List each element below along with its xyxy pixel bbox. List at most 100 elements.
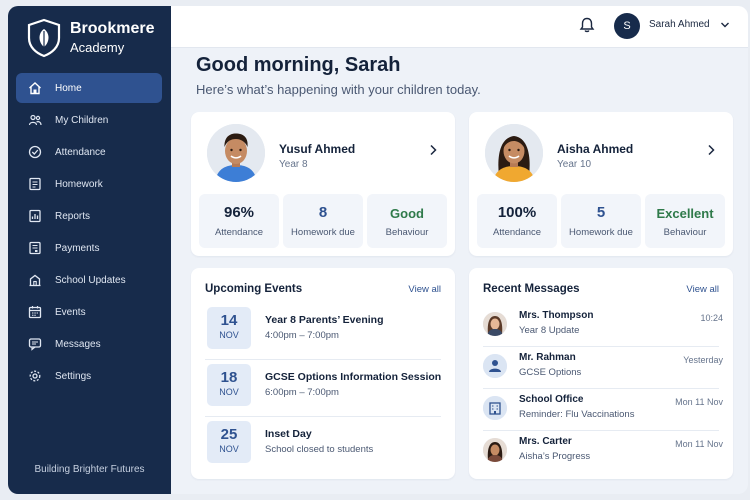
child-year: Year 8	[279, 159, 308, 170]
child-name: Aisha Ahmed	[557, 142, 634, 156]
chevron-right-icon[interactable]	[427, 143, 439, 157]
chevron-down-icon[interactable]	[719, 19, 731, 31]
message-time: Mon 11 Nov	[675, 397, 723, 407]
view-all-link[interactable]: View all	[686, 284, 719, 295]
child-photo	[485, 124, 543, 182]
brand[interactable]: Brookmere Academy	[26, 18, 154, 58]
child-stats: 96% Attendance 8 Homework due Good Behav…	[199, 194, 447, 248]
child-card-aisha[interactable]: Aisha Ahmed Year 10 100% Attendance 5 Ho…	[469, 112, 733, 256]
top-bar: S Sarah Ahmed	[171, 6, 748, 48]
message-item[interactable]: Mrs. Carter Aisha’s Progress Mon 11 Nov	[483, 434, 723, 474]
stat-label: Behaviour	[663, 227, 707, 238]
office-icon	[483, 396, 507, 420]
panel-title: Upcoming Events	[205, 283, 303, 295]
sidebar-item-reports[interactable]: Reports	[16, 201, 162, 231]
stat-value: 100%	[497, 204, 537, 221]
message-item[interactable]: Mr. Rahman GCSE Options Yesterday	[483, 350, 723, 390]
sidebar-item-label: Home	[55, 82, 82, 94]
upcoming-events-panel: Upcoming Events View all 14 NOV Year 8 P…	[191, 268, 455, 479]
sidebar-item-home[interactable]: Home	[16, 73, 162, 103]
stat-label: Attendance	[492, 227, 542, 238]
stat-homework-due[interactable]: 8 Homework due	[283, 194, 363, 248]
message-time: Mon 11 Nov	[675, 439, 723, 449]
sender-avatar	[483, 438, 507, 462]
sidebar-item-payments[interactable]: Payments	[16, 233, 162, 263]
message-time: Yesterday	[683, 355, 723, 365]
event-month: NOV	[219, 444, 239, 454]
event-day: 18	[220, 369, 238, 386]
sidebar-item-my-children[interactable]: My Children	[16, 105, 162, 135]
home-icon	[28, 81, 42, 95]
user-name[interactable]: Sarah Ahmed	[649, 19, 710, 30]
sender-avatar	[483, 312, 507, 336]
stat-behaviour[interactable]: Excellent Behaviour	[645, 194, 725, 248]
child-stats: 100% Attendance 5 Homework due Excellent…	[477, 194, 725, 248]
sidebar-item-events[interactable]: Events	[16, 297, 162, 327]
reports-icon	[28, 209, 42, 223]
message-item[interactable]: Mrs. Thompson Year 8 Update 10:24	[483, 308, 723, 348]
sidebar-item-label: Homework	[55, 178, 103, 190]
gear-icon	[28, 369, 42, 383]
stat-attendance[interactable]: 96% Attendance	[199, 194, 279, 248]
stat-value: 5	[596, 204, 606, 221]
page-title: Good morning, Sarah	[196, 54, 401, 76]
event-time: 6:00pm – 7:00pm	[265, 387, 339, 398]
sidebar-item-messages[interactable]: Messages	[16, 329, 162, 359]
sidebar-item-label: Events	[55, 306, 86, 318]
child-year: Year 10	[557, 159, 592, 170]
app-window: Brookmere Academy Home My Children Atten…	[8, 6, 748, 494]
event-description: School closed to students	[265, 444, 374, 455]
user-avatar[interactable]: S	[614, 13, 640, 39]
event-item[interactable]: 14 NOV Year 8 Parents’ Evening 4:00pm – …	[205, 305, 441, 355]
sender-name: School Office	[519, 394, 584, 405]
divider	[483, 388, 719, 389]
event-date-badge: 25 NOV	[207, 421, 251, 463]
stat-attendance[interactable]: 100% Attendance	[477, 194, 557, 248]
stat-label: Attendance	[214, 227, 264, 238]
child-card-yusuf[interactable]: Yusuf Ahmed Year 8 96% Attendance 8 Home…	[191, 112, 455, 256]
message-time: 10:24	[700, 313, 723, 323]
event-day: 25	[220, 426, 238, 443]
calendar-icon	[28, 305, 42, 319]
event-title: Year 8 Parents’ Evening	[265, 314, 384, 326]
sidebar-item-homework[interactable]: Homework	[16, 169, 162, 199]
panel-title: Recent Messages	[483, 283, 580, 295]
event-title: Inset Day	[265, 428, 312, 440]
sidebar-nav: Home My Children Attendance Homework Rep…	[16, 73, 162, 393]
sidebar: Brookmere Academy Home My Children Atten…	[8, 6, 171, 494]
event-day: 14	[220, 312, 238, 329]
stat-value: Excellent	[656, 206, 714, 221]
event-item[interactable]: 25 NOV Inset Day School closed to studen…	[205, 419, 441, 469]
bell-icon[interactable]	[578, 16, 596, 34]
stat-homework-due[interactable]: 5 Homework due	[561, 194, 641, 248]
child-name: Yusuf Ahmed	[279, 142, 356, 156]
event-item[interactable]: 18 NOV GCSE Options Information Session …	[205, 362, 441, 412]
stat-behaviour[interactable]: Good Behaviour	[367, 194, 447, 248]
chevron-right-icon[interactable]	[705, 143, 717, 157]
sidebar-item-label: Attendance	[55, 146, 106, 158]
message-subject: Year 8 Update	[519, 325, 580, 336]
children-icon	[28, 113, 42, 127]
messages-icon	[28, 337, 42, 351]
sidebar-item-settings[interactable]: Settings	[16, 361, 162, 391]
sidebar-item-label: My Children	[55, 114, 109, 126]
brand-name: Brookmere	[70, 20, 155, 37]
stat-value: Good	[390, 206, 424, 221]
page-subtitle: Here’s what’s happening with your childr…	[196, 82, 481, 97]
view-all-link[interactable]: View all	[408, 284, 441, 295]
sidebar-item-attendance[interactable]: Attendance	[16, 137, 162, 167]
message-item[interactable]: School Office Reminder: Flu Vaccinations…	[483, 392, 723, 432]
attendance-icon	[28, 145, 42, 159]
brand-sub: Academy	[70, 40, 125, 55]
stat-value: 96%	[223, 204, 255, 221]
event-date-badge: 14 NOV	[207, 307, 251, 349]
stat-label: Homework due	[291, 227, 355, 238]
sidebar-item-label: Messages	[55, 338, 101, 350]
divider	[205, 416, 441, 417]
teacher-icon	[483, 354, 507, 378]
sidebar-item-school-updates[interactable]: School Updates	[16, 265, 162, 295]
message-subject: Reminder: Flu Vaccinations	[519, 409, 635, 420]
school-icon	[28, 273, 42, 287]
divider	[483, 346, 719, 347]
school-crest-icon	[27, 18, 61, 58]
